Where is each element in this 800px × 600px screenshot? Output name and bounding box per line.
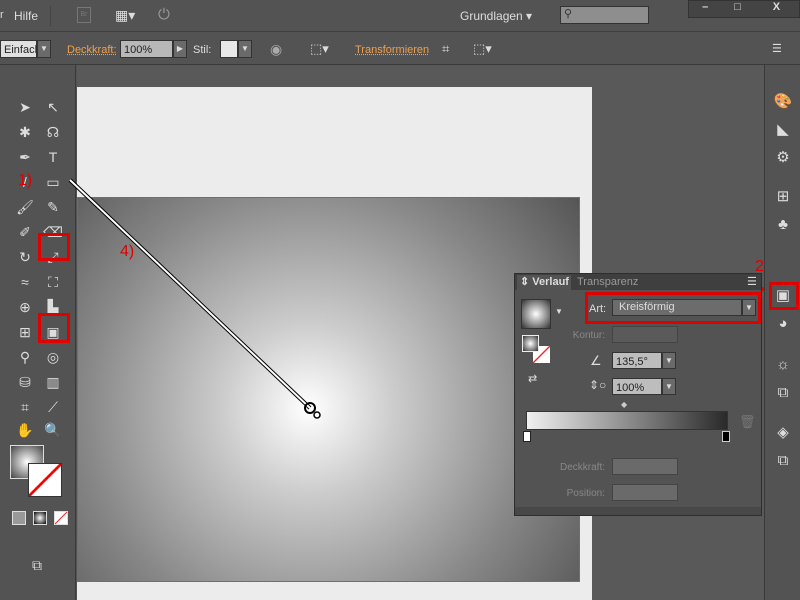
chevron-down-icon[interactable]: ▼ <box>555 307 563 316</box>
trash-icon[interactable]: 🗑 <box>739 414 756 430</box>
gradient-panel: ⇕ Verlauf Transparenz ☰ ▼ ⇄ Art: Kreisfö… <box>514 273 762 516</box>
gradient-preview[interactable] <box>521 299 551 329</box>
chevron-down-icon[interactable]: ▼ <box>662 378 676 395</box>
stop-position-input[interactable] <box>612 484 678 501</box>
stroke-label: Kontur: <box>572 330 605 341</box>
chevron-down-icon[interactable]: ▼ <box>662 352 676 369</box>
aspect-ratio-icon: ⇕○ <box>589 378 607 392</box>
angle-input[interactable]: 135,5° <box>612 352 662 369</box>
panel-menu-icon[interactable]: ☰ <box>747 275 757 288</box>
tab-verlauf[interactable]: ⇕ Verlauf <box>517 275 571 290</box>
layers-icon[interactable]: ◈ <box>773 423 793 443</box>
midpoint-diamond[interactable]: ◆ <box>621 400 627 409</box>
type-select[interactable]: Kreisförmig <box>612 299 742 316</box>
color-stop-white[interactable] <box>523 431 531 442</box>
color-guide-icon[interactable]: ◣ <box>773 120 793 140</box>
stroke-gradient-buttons[interactable] <box>612 326 678 343</box>
position-label: Position: <box>566 488 605 499</box>
kuler-icon[interactable]: ⚙ <box>773 148 793 168</box>
panel-resize-bar[interactable] <box>515 507 761 515</box>
appearance-icon[interactable]: ☼ <box>773 355 793 375</box>
chevron-down-icon[interactable]: ▼ <box>742 299 756 316</box>
symbols-icon[interactable]: ♣ <box>773 215 793 235</box>
reverse-gradient-icon[interactable]: ⇄ <box>528 372 537 385</box>
angle-icon: ∠ <box>590 353 602 368</box>
swatches-icon[interactable]: ⊞ <box>773 187 793 207</box>
panel-dock: 🎨 ◣ ⚙ ⊞ ♣ ▣ ◕ ☼ ⧉ ◈ ⧉ <box>764 65 800 600</box>
color-panel-icon[interactable]: 🎨 <box>773 92 793 112</box>
artboards-icon[interactable]: ⧉ <box>773 451 793 471</box>
stop-opacity-input[interactable] <box>612 458 678 475</box>
color-stop-black[interactable] <box>722 431 730 442</box>
graphic-styles-icon[interactable]: ⧉ <box>773 383 793 403</box>
tab-transparenz[interactable]: Transparenz <box>577 276 638 288</box>
tab-verlauf-label: Verlauf <box>532 276 569 288</box>
opacity-label: Deckkraft: <box>559 462 605 473</box>
fill-swatch[interactable] <box>522 335 539 352</box>
aspect-ratio-input[interactable]: 100% <box>612 378 662 395</box>
highlight-gradient-panel <box>769 282 799 310</box>
transparency-icon[interactable]: ◕ <box>773 314 793 334</box>
annotation-4: 4) <box>120 243 135 260</box>
gradient-slider[interactable] <box>526 411 728 430</box>
